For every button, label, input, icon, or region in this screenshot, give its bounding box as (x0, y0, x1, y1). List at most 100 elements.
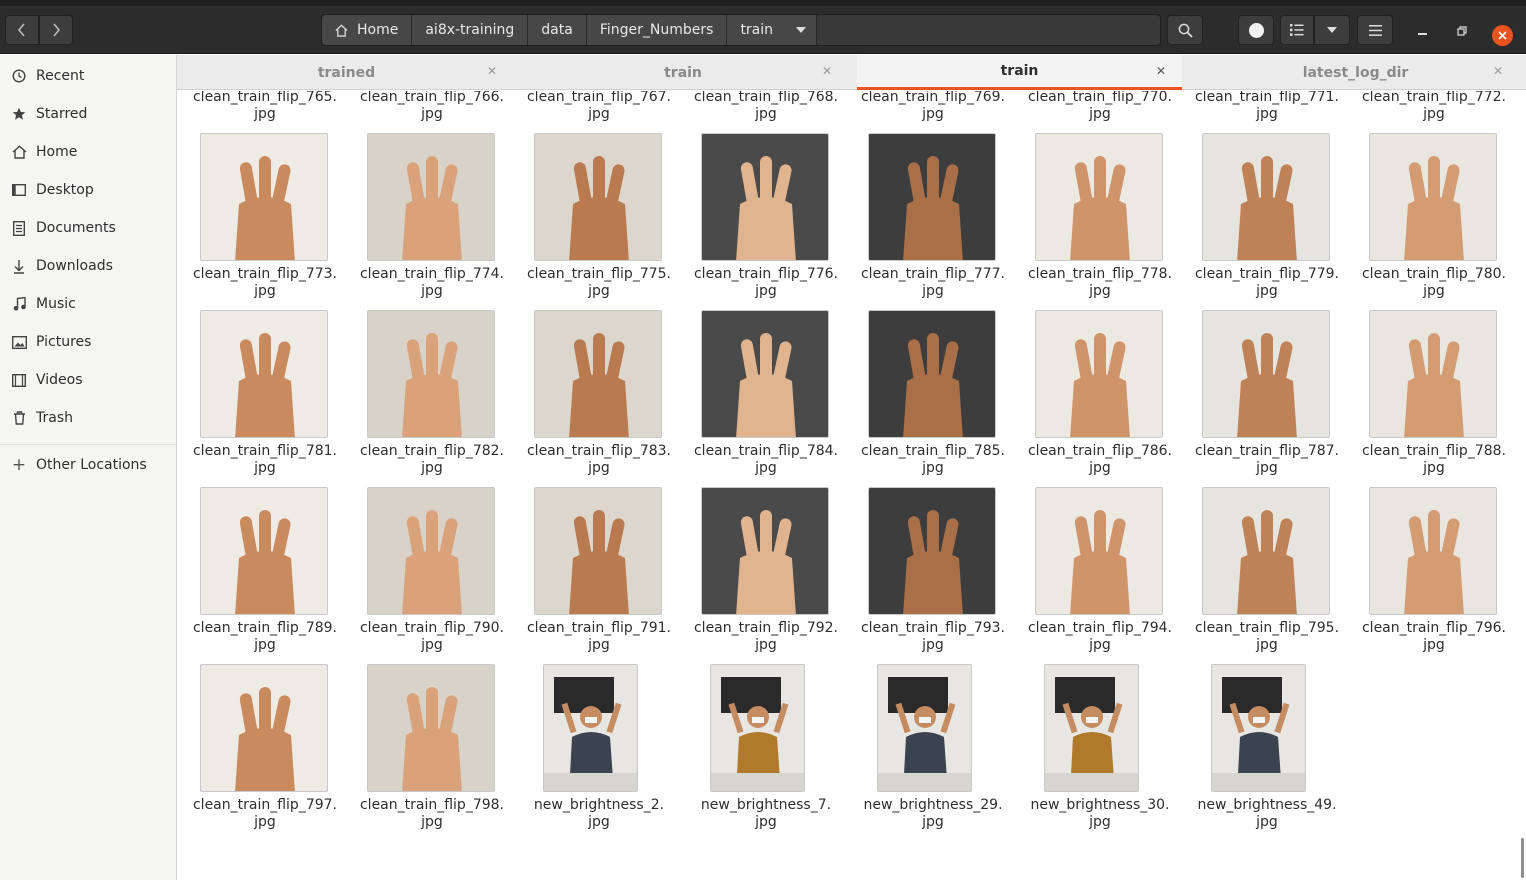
file-item[interactable]: clean_train_flip_787. jpg (1178, 310, 1339, 482)
sidebar-item-desktop[interactable]: Desktop (0, 171, 176, 209)
file-item[interactable]: clean_train_flip_770. jpg (1011, 91, 1172, 128)
file-item[interactable]: clean_train_flip_793. jpg (844, 487, 1005, 659)
sidebar-item-downloads[interactable]: Downloads (0, 247, 176, 285)
view-options-button[interactable] (1238, 15, 1274, 45)
forward-button[interactable] (39, 15, 73, 45)
sidebar-item-label: Downloads (36, 258, 113, 274)
file-item[interactable]: clean_train_flip_795. jpg (1178, 487, 1339, 659)
close-button[interactable] (1492, 25, 1513, 46)
file-item[interactable]: clean_train_flip_798. jpg (343, 664, 504, 836)
hand-photo-icon (869, 134, 995, 260)
file-item[interactable]: clean_train_flip_796. jpg (1345, 487, 1506, 659)
person-photo-icon (878, 665, 971, 791)
file-name-line: clean_train_flip_779. (1194, 266, 1339, 282)
sidebar-item-recent[interactable]: Recent (0, 57, 176, 95)
file-item[interactable]: clean_train_flip_766. jpg (343, 91, 504, 128)
sidebar-item-starred[interactable]: Starred (0, 95, 176, 133)
file-item[interactable]: clean_train_flip_776. jpg (677, 133, 838, 305)
close-icon[interactable]: ✕ (1155, 64, 1167, 78)
file-item[interactable]: clean_train_flip_780. jpg (1345, 133, 1506, 305)
file-item[interactable]: new_brightness_30. jpg (1011, 664, 1171, 836)
scrollbar[interactable] (1521, 838, 1524, 878)
breadcrumb-label: data (541, 22, 573, 38)
file-name-line: clean_train_flip_783. (526, 443, 671, 459)
hand-photo-icon (869, 488, 995, 614)
breadcrumb-ai8x-training[interactable]: ai8x-training (412, 15, 529, 45)
maximize-button[interactable] (1454, 23, 1470, 39)
file-extension-line: jpg (588, 814, 610, 830)
file-item[interactable]: clean_train_flip_792. jpg (677, 487, 838, 659)
path-bar: Home ai8x-training data Finger_Numbers t… (321, 14, 1161, 46)
image-thumbnail (200, 664, 328, 792)
tab-train-1[interactable]: train ✕ (516, 55, 850, 90)
tab-train-active[interactable]: train ✕ (857, 55, 1182, 90)
sidebar-item-music[interactable]: Music (0, 285, 176, 323)
file-item[interactable]: clean_train_flip_775. jpg (510, 133, 671, 305)
file-extension-line: jpg (1256, 460, 1278, 476)
file-name: clean_train_flip_791. jpg (510, 620, 688, 654)
clock-icon (11, 68, 27, 84)
breadcrumb-home[interactable]: Home (322, 15, 413, 45)
file-item[interactable]: clean_train_flip_773. jpg (177, 133, 337, 305)
file-item[interactable]: clean_train_flip_783. jpg (510, 310, 671, 482)
file-item[interactable]: clean_train_flip_788. jpg (1345, 310, 1506, 482)
file-item[interactable]: clean_train_flip_769. jpg (844, 91, 1005, 128)
search-button[interactable] (1167, 15, 1203, 45)
image-thumbnail (367, 133, 495, 261)
list-view-button[interactable] (1280, 15, 1314, 45)
hand-photo-icon (1036, 488, 1162, 614)
file-item[interactable]: clean_train_flip_779. jpg (1178, 133, 1339, 305)
file-item[interactable]: clean_train_flip_778. jpg (1011, 133, 1172, 305)
file-item[interactable]: clean_train_flip_785. jpg (844, 310, 1005, 482)
tab-trained[interactable]: trained ✕ (177, 55, 516, 90)
person-photo-icon (711, 665, 804, 791)
breadcrumb-train[interactable]: train (727, 15, 787, 45)
close-icon[interactable]: ✕ (486, 64, 498, 78)
tab-latest-log-dir[interactable]: latest_log_dir ✕ (1185, 55, 1526, 90)
hand-photo-icon (201, 488, 327, 614)
back-button[interactable] (5, 15, 39, 45)
breadcrumb-finger-numbers[interactable]: Finger_Numbers (586, 15, 728, 45)
file-item[interactable]: clean_train_flip_782. jpg (343, 310, 504, 482)
file-item[interactable]: new_brightness_49. jpg (1178, 664, 1338, 836)
breadcrumb-menu-button[interactable] (786, 15, 818, 45)
file-item[interactable]: new_brightness_7. jpg (677, 664, 837, 836)
file-name-line: clean_train_flip_781. (192, 443, 337, 459)
file-item[interactable]: clean_train_flip_767. jpg (510, 91, 671, 128)
sidebar-item-home[interactable]: Home (0, 133, 176, 171)
file-item[interactable]: clean_train_flip_781. jpg (177, 310, 337, 482)
file-item[interactable]: clean_train_flip_772. jpg (1345, 91, 1506, 128)
file-item[interactable]: clean_train_flip_791. jpg (510, 487, 671, 659)
file-item[interactable]: clean_train_flip_784. jpg (677, 310, 838, 482)
file-item[interactable]: clean_train_flip_771. jpg (1178, 91, 1339, 128)
file-extension-line: jpg (254, 283, 276, 299)
file-item[interactable]: clean_train_flip_768. jpg (677, 91, 838, 128)
file-extension-line: jpg (755, 814, 777, 830)
sidebar-item-videos[interactable]: Videos (0, 361, 176, 399)
sidebar-item-documents[interactable]: Documents (0, 209, 176, 247)
minimize-button[interactable] (1414, 23, 1430, 39)
file-item[interactable]: new_brightness_29. jpg (844, 664, 1004, 836)
file-item[interactable]: clean_train_flip_790. jpg (343, 487, 504, 659)
file-item[interactable]: clean_train_flip_794. jpg (1011, 487, 1172, 659)
file-item[interactable]: clean_train_flip_774. jpg (343, 133, 504, 305)
file-item[interactable]: new_brightness_2. jpg (510, 664, 670, 836)
hand-photo-icon (1203, 311, 1329, 437)
close-icon[interactable]: ✕ (821, 64, 833, 78)
close-icon[interactable]: ✕ (1492, 64, 1504, 78)
breadcrumb-data[interactable]: data (528, 15, 587, 45)
sidebar-item-pictures[interactable]: Pictures (0, 323, 176, 361)
file-item[interactable]: clean_train_flip_765. jpg (177, 91, 337, 128)
hand-photo-icon (702, 311, 828, 437)
sort-menu-button[interactable] (1314, 15, 1350, 45)
file-item[interactable]: clean_train_flip_777. jpg (844, 133, 1005, 305)
main-menu-button[interactable] (1357, 15, 1393, 45)
file-item[interactable]: clean_train_flip_789. jpg (177, 487, 337, 659)
sidebar-item-other-locations[interactable]: + Other Locations (0, 446, 176, 484)
file-extension-line: jpg (755, 460, 777, 476)
file-item[interactable]: clean_train_flip_786. jpg (1011, 310, 1172, 482)
file-item[interactable]: clean_train_flip_797. jpg (177, 664, 337, 836)
file-extension-line: jpg (421, 106, 443, 122)
sidebar-item-trash[interactable]: Trash (0, 399, 176, 437)
sidebar-item-label: Home (36, 144, 78, 160)
